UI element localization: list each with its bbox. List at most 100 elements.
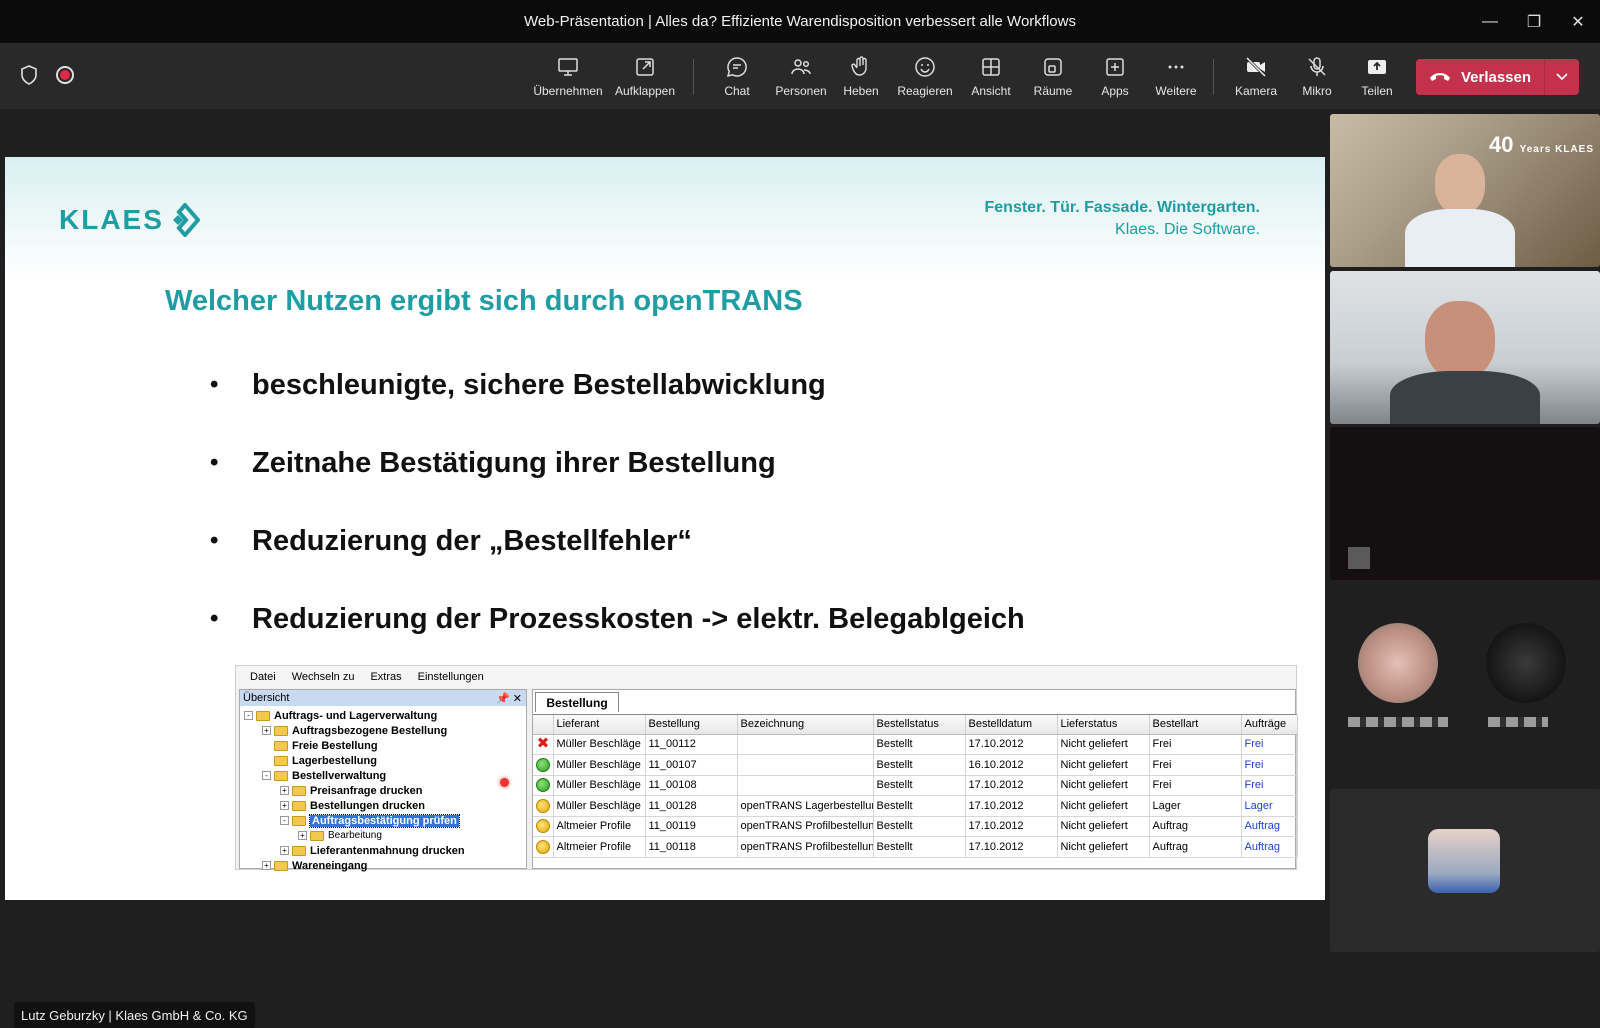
avatar[interactable] [1486,623,1566,703]
toolbar-left [20,65,74,85]
grid-column-header: Bestellart [1149,715,1242,735]
anniversary-badge: 40 Years KLAES [1489,132,1594,157]
grid-cell-bestellstatus: Bestellt [873,734,966,755]
menu-extras: Extras [370,671,402,683]
leave-main[interactable]: Verlassen [1416,69,1544,86]
grid-cell-bezeichnung [737,734,874,755]
folder-icon [274,725,288,736]
grid-cell-bezeichnung: openTRANS Profilbestellung [737,836,874,858]
people-icon [791,58,811,74]
pop-out-icon [636,57,654,76]
tree-item: - Bestellverwaltung [244,768,522,783]
grid-cell-datum: 17.10.2012 [965,816,1058,837]
grid-cell-bestellstatus: Bestellt [873,795,966,817]
table-row: Müller Beschläge 11_00108 Bestellt 17.10.20… [533,775,1298,796]
grid-cell-bestellung: 11_00112 [645,734,738,755]
share-screen-button[interactable]: Übernehmen [532,43,604,109]
grid-column-header: Bestelldatum [965,715,1058,735]
check-ok-icon [536,757,550,772]
klaes-logo: KLAES [59,203,200,237]
grid-cell-lieferstatus: Nicht geliefert [1057,836,1150,858]
pending-check-icon [536,798,550,813]
expand-icon: + [280,846,289,855]
react-button[interactable]: Reagieren [893,43,957,109]
rooms-button[interactable]: Räume [1025,43,1081,109]
minimize-icon[interactable]: — [1468,0,1512,43]
table-row: Müller Beschläge 11_00128 openTRANS Lagerb… [533,795,1298,817]
camera-button[interactable]: Kamera [1228,43,1284,109]
grid-column-header: Bezeichnung [737,715,874,735]
pin-icon: 📌 [496,692,510,705]
grid-cell-art: Frei [1149,754,1242,776]
grid-cell-datum: 16.10.2012 [965,754,1058,776]
avatar[interactable] [1358,623,1438,703]
grid-cell-art: Auftrag [1149,836,1242,858]
expand-icon: + [280,801,289,810]
apps-plus-icon [1106,57,1124,76]
grid-cell-lieferstatus: Nicht geliefert [1057,816,1150,837]
tree-item: + Lieferantenmahnung drucken [244,843,522,858]
grid-cell-bestellstatus: Bestellt [873,754,966,776]
overview-pane-header: Übersicht 📌 ✕ [240,690,526,706]
grid-view-icon [982,57,1000,76]
expand-icon: + [298,831,307,840]
participant-tile[interactable] [1330,789,1600,952]
grid-cell-bezeichnung [737,775,874,796]
restore-icon[interactable]: ❐ [1512,0,1556,43]
folder-icon [292,845,306,856]
meeting-toolbar: Übernehmen Aufklappen Chat Personen Hebe… [0,43,1600,109]
error-x-icon: ✖ [536,735,550,753]
camera-off-icon [1245,56,1267,77]
recording-icon[interactable] [56,66,74,84]
participant-video-tile[interactable] [1330,271,1600,424]
pop-out-button[interactable]: Aufklappen [610,43,680,109]
grid-cell-lieferant: Altmeier Profile [553,836,646,858]
more-button[interactable]: Weitere [1148,43,1204,109]
share-button[interactable]: Teilen [1352,43,1402,109]
participant-video-tile[interactable]: 40 Years KLAES [1330,114,1600,267]
table-row: ✖ Müller Beschläge 11_00112 Bestellt 17.10.2… [533,734,1298,755]
toolbar-separator [1213,59,1214,95]
embedded-app-screenshot: Datei Wechseln zu Extras Einstellungen Ü… [235,665,1298,873]
participant-video [1425,301,1495,379]
people-button[interactable]: Personen [770,43,832,109]
close-icon[interactable]: ✕ [1556,0,1600,43]
grid-cell-auftraege: Auftrag [1241,836,1298,858]
folder-icon [292,785,306,796]
grid-cell-bestellstatus: Bestellt [873,775,966,796]
breakout-rooms-icon [1044,57,1062,76]
leave-button[interactable]: Verlassen [1416,59,1579,95]
close-icon: ✕ [512,692,522,705]
grid-header-row: Lieferant Bestellung Bezeichnung Bestellsta… [533,715,1298,735]
tree-item: Lagerbestellung [244,753,522,768]
mic-button[interactable]: Mikro [1292,43,1342,109]
grid-cell-datum: 17.10.2012 [965,775,1058,796]
app-menu-bar: Datei Wechseln zu Extras Einstellungen [236,666,1296,688]
apps-button[interactable]: Apps [1090,43,1140,109]
presentation-slide: KLAES Fenster. Tür. Fassade. Wintergarte… [5,157,1325,900]
leave-options-chevron-down-icon[interactable] [1545,73,1579,81]
folder-icon [274,770,288,781]
shield-icon[interactable] [20,65,38,85]
grid-cell-auftraege: Frei [1241,734,1298,755]
chat-button[interactable]: Chat [712,43,762,109]
view-button[interactable]: Ansicht [961,43,1021,109]
grid-cell-art: Auftrag [1149,816,1242,837]
bullet-item: • beschleunigte, sichere Bestellabwicklun… [210,369,826,401]
slide-title: Welcher Nutzen ergibt sich durch openTRA… [165,285,803,317]
raise-hand-button[interactable]: Heben [836,43,886,109]
participant-name-redacted [1488,717,1548,727]
pending-check-icon [536,839,550,854]
folder-icon [310,830,324,841]
more-icon [1168,65,1184,68]
participant-video-tile[interactable] [1330,427,1600,580]
klaes-diamond-icon [172,203,200,237]
tree-item: + Wareneingang [244,858,522,873]
grid-cell-lieferstatus: Nicht geliefert [1057,795,1150,817]
grid-column-header: Lieferant [553,715,646,735]
grid-cell-bestellstatus: Bestellt [873,836,966,858]
tree-item: + Bestellungen drucken [244,798,522,813]
grid-cell-lieferant: Altmeier Profile [553,816,646,837]
expand-icon: + [280,786,289,795]
grid-cell-bezeichnung: openTRANS Lagerbestellung [737,795,874,817]
